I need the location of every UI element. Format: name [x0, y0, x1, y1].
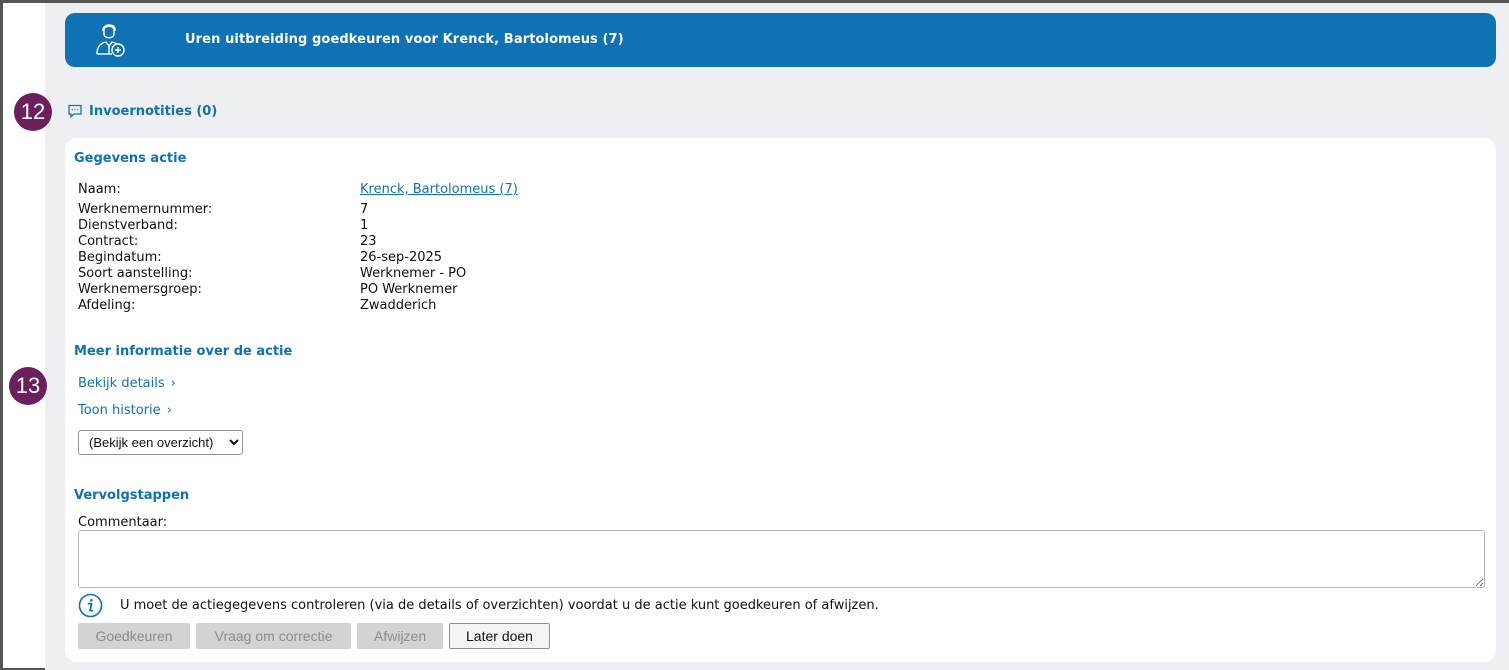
user-add-icon — [96, 24, 125, 57]
page-title: Uren uitbreiding goedkeuren voor Krenck,… — [185, 32, 624, 47]
show-history-link[interactable]: Toon historie › — [78, 403, 172, 418]
info-label: Soort aanstelling: — [78, 266, 193, 281]
info-value: 1 — [360, 218, 369, 233]
approve-button[interactable]: Goedkeuren — [78, 623, 190, 649]
action-buttons: Goedkeuren Vraag om correctie Afwijzen L… — [78, 623, 550, 649]
notes-link-label: Invoernotities (0) — [89, 103, 218, 119]
chevron-right-icon: › — [170, 376, 176, 391]
comment-icon — [68, 104, 82, 119]
validation-notice: U moet de actiegegevens controleren (via… — [78, 593, 879, 618]
info-value: 23 — [360, 234, 377, 249]
info-label: Begindatum: — [78, 250, 162, 265]
info-label: Afdeling: — [78, 298, 136, 313]
action-card: Gegevens actie Naam: Krenck, Bartolomeus… — [65, 138, 1496, 662]
section-title-vervolgstappen: Vervolgstappen — [74, 488, 190, 503]
info-icon — [78, 593, 103, 618]
chevron-right-icon: › — [166, 403, 172, 418]
request-correction-button[interactable]: Vraag om correctie — [196, 623, 351, 649]
do-later-button[interactable]: Later doen — [449, 623, 550, 649]
step-badge-13: 13 — [9, 367, 47, 405]
info-value: Zwadderich — [360, 298, 437, 313]
info-value: PO Werknemer — [360, 282, 458, 297]
info-value: Werknemer - PO — [360, 266, 467, 281]
show-history-label: Toon historie — [78, 403, 161, 418]
notes-link[interactable]: Invoernotities (0) — [67, 103, 217, 119]
info-label: Werknemersgroep: — [78, 282, 202, 297]
info-label: Werknemernummer: — [78, 202, 213, 217]
view-details-link[interactable]: Bekijk details › — [78, 376, 176, 391]
overview-select[interactable]: (Bekijk een overzicht) — [78, 430, 243, 455]
info-label: Dienstverband: — [78, 218, 178, 233]
info-label: Naam: — [78, 182, 121, 197]
view-details-label: Bekijk details — [78, 376, 165, 391]
info-label: Contract: — [78, 234, 139, 249]
comment-input[interactable] — [78, 530, 1485, 588]
info-value: 26-sep-2025 — [360, 250, 443, 265]
section-title-gegevens: Gegevens actie — [74, 151, 187, 166]
employee-link[interactable]: Krenck, Bartolomeus (7) — [360, 182, 518, 197]
info-value: 7 — [360, 202, 369, 217]
step-badge-12: 12 — [14, 93, 52, 131]
comment-label: Commentaar: — [78, 515, 168, 530]
reject-button[interactable]: Afwijzen — [357, 623, 443, 649]
window-frame: Uren uitbreiding goedkeuren voor Krenck,… — [0, 0, 1509, 670]
header-banner: Uren uitbreiding goedkeuren voor Krenck,… — [65, 13, 1496, 67]
section-title-meer-informatie: Meer informatie over de actie — [74, 344, 293, 359]
notice-text: U moet de actiegegevens controleren (via… — [120, 598, 879, 613]
